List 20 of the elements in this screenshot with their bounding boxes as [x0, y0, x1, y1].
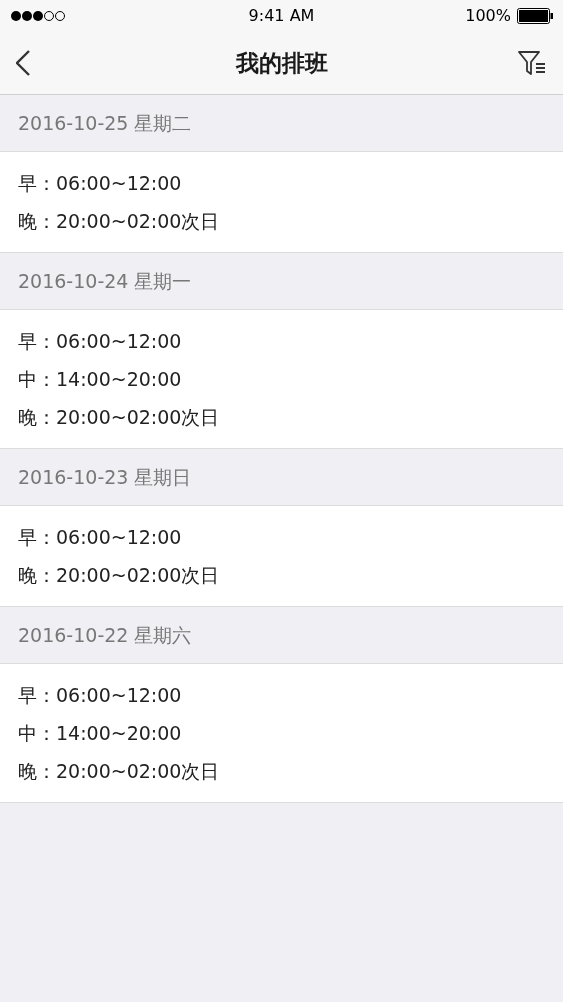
page-title: 我的排班 — [235, 48, 328, 78]
status-time: 9:41 AM — [248, 5, 315, 27]
filter-button[interactable] — [517, 48, 547, 78]
signal-icon — [10, 10, 66, 22]
shift-time: 早：06:00~12:00 — [18, 524, 182, 550]
battery-percent: 100% — [465, 5, 511, 27]
shift-time: 早：06:00~12:00 — [18, 328, 182, 354]
shift-time: 早：06:00~12:00 — [18, 682, 182, 708]
date-header: 2016-10-22 星期六 — [18, 622, 192, 648]
date-header: 2016-10-24 星期一 — [18, 268, 192, 294]
shift-time: 晚：20:00~02:00次日 — [18, 208, 220, 234]
shift-time: 早：06:00~12:00 — [18, 170, 182, 196]
date-header: 2016-10-23 星期日 — [18, 464, 192, 490]
shift-time: 晚：20:00~02:00次日 — [18, 562, 220, 588]
date-header: 2016-10-25 星期二 — [18, 110, 192, 136]
shift-time: 中：14:00~20:00 — [18, 720, 182, 746]
shift-time: 中：14:00~20:00 — [18, 366, 182, 392]
shift-time: 晚：20:00~02:00次日 — [18, 758, 220, 784]
battery-icon — [517, 8, 553, 24]
shift-time: 晚：20:00~02:00次日 — [18, 404, 220, 430]
